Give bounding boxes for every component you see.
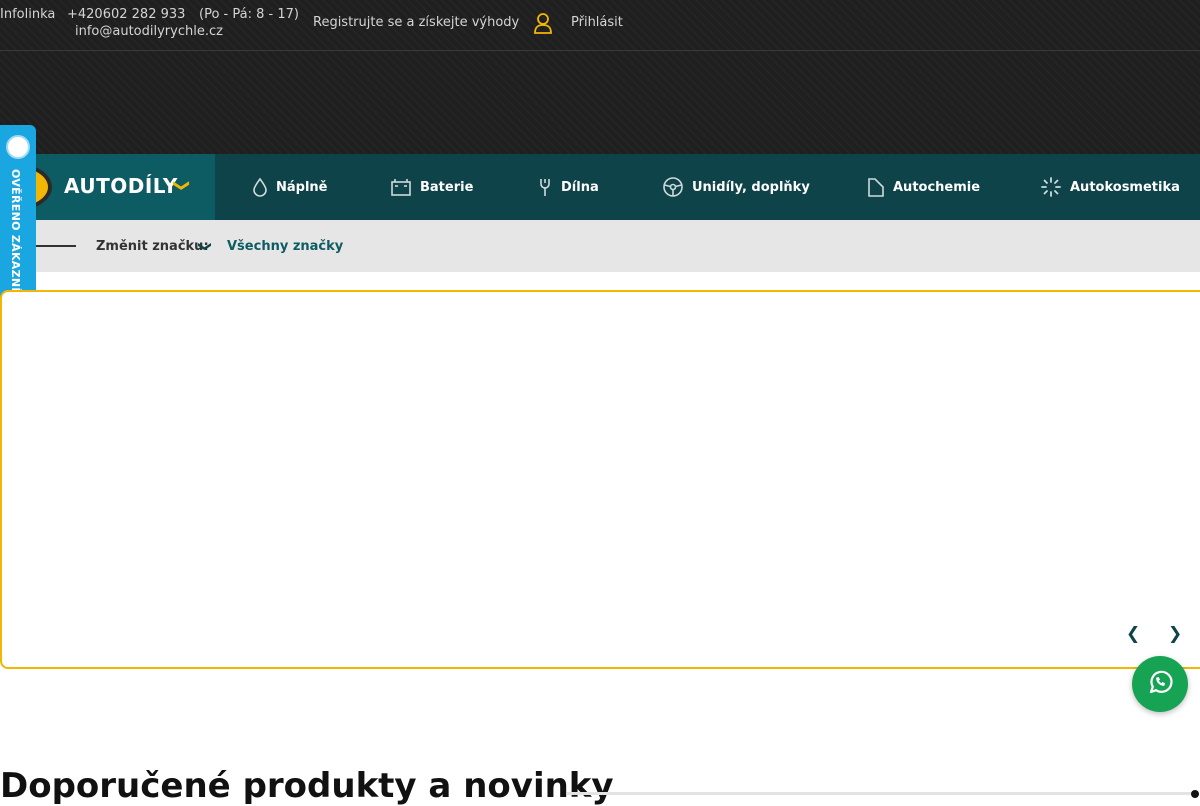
- nav-item-label: Baterie: [420, 179, 474, 195]
- section-divider-dot: [1191, 790, 1199, 798]
- main-nav: AUTODÍLY ❯ Náplně Baterie Dílna Unidíly,…: [0, 154, 1200, 220]
- user-icon[interactable]: [533, 12, 553, 34]
- nav-item-unidily[interactable]: Unidíly, doplňky: [662, 154, 810, 220]
- nav-item-label: Dílna: [561, 179, 599, 195]
- verified-badge-text: OVĚŘENO ZÁKAZNÍKY: [9, 169, 22, 309]
- email-link[interactable]: info@autodilyrychle.cz: [75, 24, 223, 39]
- sparkle-icon: [1040, 176, 1062, 198]
- topbar-divider: [0, 50, 1200, 51]
- brand-selector-bar: Změnit značku: ❯ Všechny značky: [0, 220, 1200, 272]
- bottle-icon: [867, 176, 885, 198]
- slider-prev-button[interactable]: ❮: [1126, 624, 1140, 644]
- chevron-down-icon: ❯: [173, 178, 193, 193]
- steering-wheel-icon: [662, 176, 684, 198]
- nav-item-label: Autokosmetika: [1070, 179, 1180, 195]
- infolinka-label: Infolinka: [0, 7, 56, 22]
- banner-slider: [0, 290, 1200, 669]
- section-divider: [567, 792, 1193, 795]
- nav-item-autokosmetika[interactable]: Autokosmetika: [1040, 154, 1180, 220]
- drop-icon: [252, 177, 268, 197]
- slider-next-button[interactable]: ❯: [1168, 624, 1182, 644]
- verified-seal-icon: [6, 135, 30, 159]
- register-link[interactable]: Registrujte se a získejte výhody: [313, 15, 519, 30]
- nav-item-label: Náplně: [276, 179, 328, 195]
- opening-hours: (Po - Pá: 8 - 17): [199, 7, 299, 22]
- nav-item-dilna[interactable]: Dílna: [537, 154, 599, 220]
- nav-item-naplne[interactable]: Náplně: [252, 154, 328, 220]
- all-brands-select[interactable]: Všechny značky: [227, 239, 343, 254]
- change-brand-label: Změnit značku:: [96, 239, 209, 254]
- nav-item-baterie[interactable]: Baterie: [390, 154, 473, 220]
- phone-link[interactable]: +420602 282 933: [67, 7, 185, 22]
- autodily-label: AUTODÍLY: [64, 174, 178, 198]
- battery-icon: [390, 177, 412, 197]
- top-bar: Infolinka +420602 282 933 (Po - Pá: 8 - …: [0, 0, 1200, 154]
- verified-customers-badge[interactable]: OVĚŘENO ZÁKAZNÍKY: [0, 125, 36, 313]
- nav-item-label: Unidíly, doplňky: [692, 179, 810, 195]
- nav-item-label: Autochemie: [893, 179, 981, 195]
- nav-item-autochemie[interactable]: Autochemie: [867, 154, 980, 220]
- section-title: Doporučené produkty a novinky: [0, 766, 614, 806]
- login-link[interactable]: Přihlásit: [571, 15, 623, 30]
- whatsapp-icon: [1145, 667, 1175, 701]
- whatsapp-button[interactable]: [1132, 656, 1188, 712]
- wrench-icon: [537, 177, 553, 197]
- chevron-down-icon[interactable]: ❯: [197, 241, 212, 252]
